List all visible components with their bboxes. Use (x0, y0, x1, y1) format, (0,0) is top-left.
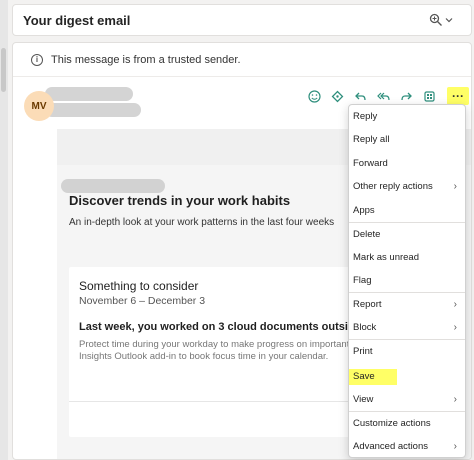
redacted-greeting (61, 179, 165, 193)
reply-all-icon (376, 92, 390, 100)
apps-button[interactable] (420, 87, 439, 105)
card-body-line: Protect time during your workday to make… (79, 339, 357, 350)
reply-all-button[interactable] (374, 87, 393, 105)
info-icon: i (31, 53, 43, 66)
emoji-icon (308, 89, 321, 103)
more-icon: ··· (452, 89, 464, 103)
tag-button[interactable] (328, 87, 347, 105)
message-toolbar: ··· (305, 87, 469, 105)
more-actions-menu: Reply Reply all Forward Other reply acti… (348, 104, 466, 458)
avatar[interactable]: MV (24, 91, 54, 121)
emoji-button[interactable] (305, 87, 324, 105)
chevron-down-icon (445, 18, 453, 23)
left-scrollbar[interactable] (0, 0, 8, 460)
card-body: Protect time during your workday to make… (79, 339, 357, 363)
chevron-right-icon: › (453, 181, 457, 192)
card-body-line: Insights Outlook add-in to book focus ti… (79, 351, 329, 362)
zoom-button[interactable] (429, 13, 453, 27)
email-headline: Discover trends in your work habits (69, 193, 291, 208)
notice-text: This message is from a trusted sender. (51, 53, 241, 66)
email-subject: Your digest email (23, 12, 131, 28)
menu-item-other-reply-actions[interactable]: Other reply actions › (349, 175, 465, 198)
menu-item-apps[interactable]: Apps (349, 199, 465, 222)
diamond-icon (331, 90, 344, 102)
chevron-right-icon: › (453, 441, 457, 452)
menu-item-forward[interactable]: Forward (349, 152, 465, 175)
menu-item-customize-actions[interactable]: Customize actions (349, 412, 465, 435)
menu-item-save[interactable]: Save (349, 365, 465, 388)
chevron-right-icon: › (453, 322, 457, 333)
chevron-right-icon: › (453, 394, 457, 405)
insight-card: Something to consider November 6 – Decem… (69, 267, 383, 437)
trusted-sender-notice: i This message is from a trusted sender. (13, 43, 471, 77)
apps-grid-icon (424, 90, 435, 102)
menu-item-advanced-actions[interactable]: Advanced actions › (349, 435, 465, 457)
menu-item-report[interactable]: Report › (349, 293, 465, 316)
redacted-sender-address (45, 103, 141, 117)
zoom-icon (429, 13, 442, 26)
menu-item-print[interactable]: Print (349, 340, 465, 363)
reply-icon (355, 92, 366, 100)
forward-button[interactable] (397, 87, 416, 105)
menu-item-reply-all[interactable]: Reply all (349, 128, 465, 151)
menu-item-reply[interactable]: Reply (349, 105, 465, 128)
menu-item-flag[interactable]: Flag (349, 269, 465, 292)
card-date-range: November 6 – December 3 (79, 295, 206, 307)
menu-item-mark-as-unread[interactable]: Mark as unread (349, 246, 465, 269)
card-divider (69, 401, 369, 402)
forward-icon (401, 92, 412, 100)
redacted-sender-name (45, 87, 133, 101)
card-title: Something to consider (79, 279, 199, 293)
menu-item-view[interactable]: View › (349, 388, 465, 411)
menu-item-delete[interactable]: Delete (349, 223, 465, 246)
scrollbar-thumb[interactable] (1, 48, 6, 92)
menu-item-block[interactable]: Block › (349, 316, 465, 339)
reply-button[interactable] (351, 87, 370, 105)
email-subtitle: An in-depth look at your work patterns i… (69, 217, 335, 228)
more-actions-button[interactable]: ··· (447, 87, 469, 105)
card-headline: Last week, you worked on 3 cloud documen… (79, 321, 384, 333)
email-header: Your digest email (12, 4, 472, 36)
chevron-right-icon: › (453, 299, 457, 310)
